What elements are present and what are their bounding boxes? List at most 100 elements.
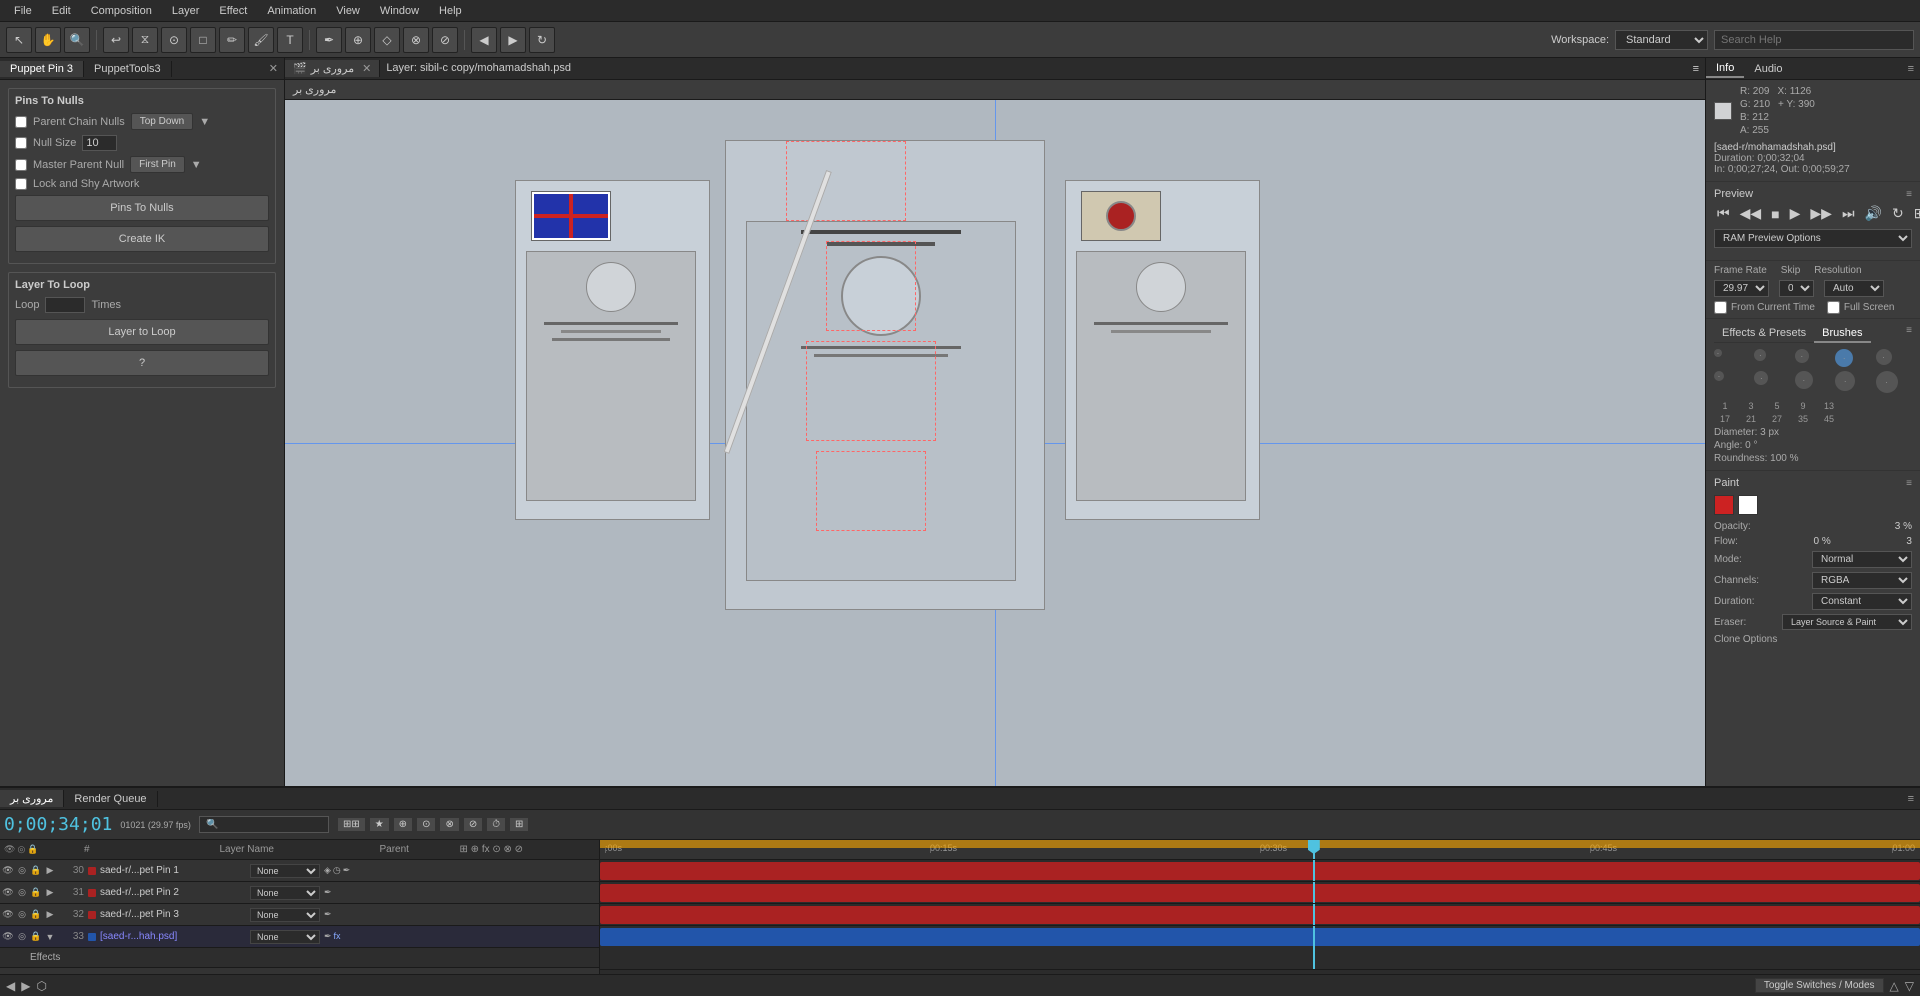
lock-32[interactable]: 🔒 bbox=[30, 909, 42, 921]
layer-30-pen[interactable]: ✒ bbox=[343, 865, 351, 876]
tl-btn-3[interactable]: ⊕ bbox=[393, 817, 413, 832]
loop-input[interactable] bbox=[45, 297, 85, 313]
pins-to-nulls-btn[interactable]: Pins To Nulls bbox=[15, 195, 269, 221]
menu-edit[interactable]: Edit bbox=[44, 3, 79, 19]
tl-btn-5[interactable]: ⊗ bbox=[439, 817, 459, 832]
loop-btn[interactable]: ↻ bbox=[529, 27, 555, 53]
pen-tool-2[interactable]: ✒ bbox=[316, 27, 342, 53]
pin-tool[interactable]: ⊗ bbox=[403, 27, 429, 53]
layer-32-parent[interactable]: None bbox=[250, 908, 320, 922]
selection-handle3[interactable] bbox=[806, 341, 936, 441]
tl-btn-2[interactable]: ★ bbox=[369, 817, 390, 832]
preview-next-btn[interactable]: ▶▶ bbox=[1807, 204, 1835, 223]
preview-prev-btn[interactable]: ◀◀ bbox=[1737, 204, 1765, 223]
brush-3[interactable]: · bbox=[1795, 349, 1809, 363]
selection-handle[interactable] bbox=[786, 141, 906, 221]
lock-shy-checkbox[interactable] bbox=[15, 178, 27, 190]
tl-btn-7[interactable]: ⏱ bbox=[486, 817, 506, 832]
layer-row-31[interactable]: 👁 ◎ 🔒 ▶ 31 saed-r/...pet Pin 2 None ✒ bbox=[0, 882, 599, 904]
menu-view[interactable]: View bbox=[328, 3, 368, 19]
track-bar-32[interactable] bbox=[600, 906, 1920, 924]
resolution-select2[interactable]: Auto bbox=[1824, 280, 1884, 297]
puppet-tool[interactable]: ⧖ bbox=[132, 27, 158, 53]
ram-preview-select[interactable]: RAM Preview Options bbox=[1714, 229, 1912, 248]
menu-composition[interactable]: Composition bbox=[83, 3, 160, 19]
eye-30[interactable]: 👁 bbox=[2, 865, 14, 877]
from-current-time-checkbox[interactable] bbox=[1714, 301, 1727, 314]
collapse-31[interactable]: ▶ bbox=[44, 887, 56, 899]
text-tool[interactable]: T bbox=[277, 27, 303, 53]
channels-select[interactable]: RGBA bbox=[1812, 572, 1912, 589]
effects-presets-tab[interactable]: Effects & Presets bbox=[1714, 325, 1814, 343]
eraser-select[interactable]: Layer Source & Paint bbox=[1782, 614, 1912, 630]
solo-30[interactable]: ◎ bbox=[16, 865, 28, 877]
layer-31-parent[interactable]: None bbox=[250, 886, 320, 900]
track-bar-31[interactable] bbox=[600, 884, 1920, 902]
effects-menu[interactable]: ≡ bbox=[1906, 325, 1912, 343]
lock-31[interactable]: 🔒 bbox=[30, 887, 42, 899]
viewer-canvas[interactable] bbox=[285, 100, 1705, 786]
frame-rate-select[interactable]: 29.97 bbox=[1714, 280, 1769, 297]
layer-33-fx[interactable]: fx bbox=[334, 931, 341, 942]
eye-31[interactable]: 👁 bbox=[2, 887, 14, 899]
layer-to-loop-btn[interactable]: Layer to Loop bbox=[15, 319, 269, 345]
tl-btn-4[interactable]: ⊙ bbox=[416, 817, 436, 832]
track-bar-33[interactable] bbox=[600, 928, 1920, 946]
tf-nav-down[interactable]: ▽ bbox=[1905, 979, 1914, 993]
menu-file[interactable]: File bbox=[6, 3, 40, 19]
tl-playhead[interactable] bbox=[1313, 840, 1315, 859]
parent-chain-checkbox[interactable] bbox=[15, 116, 27, 128]
layer-33-parent[interactable]: None bbox=[250, 930, 320, 944]
layer-row-30[interactable]: 👁 ◎ 🔒 ▶ 30 saed-r/...pet Pin 1 None ◈ ◷ … bbox=[0, 860, 599, 882]
workspace-dropdown[interactable]: Standard bbox=[1615, 30, 1708, 50]
eye-32[interactable]: 👁 bbox=[2, 909, 14, 921]
menu-help[interactable]: Help bbox=[431, 3, 470, 19]
tl-btn-6[interactable]: ⊘ bbox=[463, 817, 483, 832]
preview-menu[interactable]: ≡ bbox=[1906, 189, 1912, 200]
selection-handle4[interactable] bbox=[816, 451, 926, 531]
paint-menu[interactable]: ≡ bbox=[1906, 478, 1912, 489]
brush-tool[interactable]: 🖌 bbox=[248, 27, 274, 53]
undo-tool[interactable]: ↩ bbox=[103, 27, 129, 53]
lock-30[interactable]: 🔒 bbox=[30, 865, 42, 877]
layer-32-pen[interactable]: ✒ bbox=[324, 909, 332, 920]
comp-options[interactable]: ≡ bbox=[1687, 63, 1705, 75]
master-parent-checkbox[interactable] bbox=[15, 159, 27, 171]
menu-animation[interactable]: Animation bbox=[259, 3, 324, 19]
rotate-tool[interactable]: ⊙ bbox=[161, 27, 187, 53]
null-size-input[interactable] bbox=[82, 135, 117, 151]
layer-30-parent[interactable]: None bbox=[250, 864, 320, 878]
layer-30-switch-1[interactable]: ◈ bbox=[324, 865, 331, 876]
play-btn[interactable]: ◀ bbox=[471, 27, 497, 53]
help-btn[interactable]: ? bbox=[15, 350, 269, 376]
timeline-tab-render[interactable]: Render Queue bbox=[64, 791, 157, 807]
menu-effect[interactable]: Effect bbox=[211, 3, 255, 19]
select-tool[interactable]: ↖ bbox=[6, 27, 32, 53]
viewer[interactable]: |100 |200 |300 |400 |500 |600 |700 |800 … bbox=[285, 100, 1705, 786]
comp-tab-close[interactable]: ✕ bbox=[362, 62, 371, 75]
timeline-search[interactable] bbox=[199, 816, 329, 833]
selection-handle2[interactable] bbox=[826, 241, 916, 331]
puppet-tools-tab[interactable]: PuppetTools3 bbox=[84, 61, 172, 77]
collapse-32[interactable]: ▶ bbox=[44, 909, 56, 921]
rect-tool[interactable]: □ bbox=[190, 27, 216, 53]
pin-bend-tool[interactable]: ⊘ bbox=[432, 27, 458, 53]
toggle-switches-btn[interactable]: Toggle Switches / Modes bbox=[1755, 978, 1884, 993]
preview-stop-btn[interactable]: ■ bbox=[1768, 205, 1782, 223]
track-bar-30[interactable] bbox=[600, 862, 1920, 880]
pen-tool[interactable]: ✏ bbox=[219, 27, 245, 53]
solo-31[interactable]: ◎ bbox=[16, 887, 28, 899]
top-down-btn[interactable]: Top Down bbox=[131, 113, 193, 130]
eraser-tool[interactable]: ◇ bbox=[374, 27, 400, 53]
menu-layer[interactable]: Layer bbox=[164, 3, 208, 19]
timeline-tab-comp[interactable]: مروری بر bbox=[0, 790, 64, 807]
comp-tab-active[interactable]: 🎬 مروری بر ✕ bbox=[285, 60, 380, 77]
tf-expand-btn[interactable]: ▶ bbox=[21, 979, 30, 993]
layer-row-33[interactable]: 👁 ◎ 🔒 ▼ 33 [saed-r...hah.psd] None ✒ fx bbox=[0, 926, 599, 948]
brushes-tab[interactable]: Brushes bbox=[1814, 325, 1870, 343]
mode-select[interactable]: Normal bbox=[1812, 551, 1912, 568]
menu-window[interactable]: Window bbox=[372, 3, 427, 19]
layer-31-pen[interactable]: ✒ bbox=[324, 887, 332, 898]
tf-keyframe-btn[interactable]: ⬡ bbox=[36, 979, 46, 993]
search-help-input[interactable] bbox=[1714, 30, 1914, 50]
